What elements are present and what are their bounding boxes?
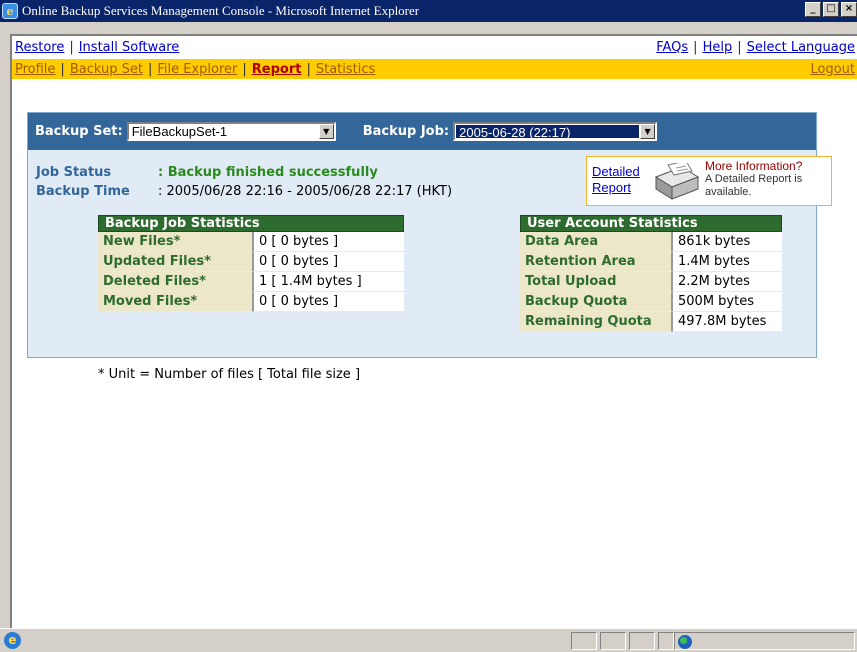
status-cell xyxy=(629,632,655,650)
faqs-link[interactable]: FAQs xyxy=(656,40,688,55)
stat-label: Data Area xyxy=(520,232,672,252)
nav-separator: | xyxy=(69,40,74,55)
backup-set-label: Backup Set: xyxy=(35,124,123,139)
status-cell xyxy=(600,632,626,650)
browser-content: Restore | Install Software FAQs | Help | Selec… xyxy=(10,34,857,628)
printer-icon[interactable] xyxy=(642,163,702,201)
select-language-link[interactable]: Select Language xyxy=(747,40,855,55)
browser-status-bar: e xyxy=(0,628,857,652)
stat-label: Remaining Quota xyxy=(520,312,672,332)
stat-value: 1 [ 1.4M bytes ] xyxy=(253,272,404,292)
install-software-link[interactable]: Install Software xyxy=(79,40,180,55)
stat-label: Backup Quota xyxy=(520,292,672,312)
user-account-stats-table: User Account Statistics Data Area 861k by… xyxy=(520,215,782,332)
stat-label: Deleted Files* xyxy=(98,272,253,292)
stat-value: 0 [ 0 bytes ] xyxy=(253,252,404,272)
job-status-label: Job Status xyxy=(36,165,112,180)
stat-value: 500M bytes xyxy=(672,292,782,312)
table-row: Retention Area 1.4M bytes xyxy=(520,252,782,272)
ie-app-icon: e xyxy=(2,3,18,19)
job-status-value: : Backup finished successfully xyxy=(158,165,378,180)
tab-profile[interactable]: Profile xyxy=(15,62,55,77)
table-row: Moved Files* 0 [ 0 bytes ] xyxy=(98,292,404,312)
stat-label: Total Upload xyxy=(520,272,672,292)
chevron-down-icon[interactable]: ▼ xyxy=(640,124,656,139)
detailed-report-link-line1[interactable]: Detailed xyxy=(592,164,640,180)
stat-value: 861k bytes xyxy=(672,232,782,252)
status-cell xyxy=(571,632,597,650)
stat-value: 1.4M bytes xyxy=(672,252,782,272)
window-title-bar: e Online Backup Services Management Cons… xyxy=(0,0,857,22)
more-info-title: More Information? xyxy=(705,159,803,173)
chevron-down-icon[interactable]: ▼ xyxy=(318,124,334,139)
table-row: Updated Files* 0 [ 0 bytes ] xyxy=(98,252,404,272)
main-nav-tabs: Profile | Backup Set | File Explorer | Report |… xyxy=(15,62,375,77)
minimize-button[interactable]: _ xyxy=(805,2,821,17)
tab-backup-set[interactable]: Backup Set xyxy=(70,62,143,77)
stat-value: 0 [ 0 bytes ] xyxy=(253,232,404,252)
detailed-report-box: Detailed Report More Information? A Deta… xyxy=(586,156,832,206)
job-status-row: Job Status : Backup finished successfully xyxy=(36,163,452,182)
top-nav-left: Restore | Install Software xyxy=(15,40,179,55)
table-row: Backup Quota 500M bytes xyxy=(520,292,782,312)
table-row: Deleted Files* 1 [ 1.4M bytes ] xyxy=(98,272,404,292)
tab-statistics[interactable]: Statistics xyxy=(316,62,375,77)
nav-separator: | xyxy=(737,40,742,55)
help-link[interactable]: Help xyxy=(703,40,733,55)
stat-value: 497.8M bytes xyxy=(672,312,782,332)
top-nav-right: FAQs | Help | Select Language xyxy=(656,40,855,55)
stat-label: New Files* xyxy=(98,232,253,252)
backup-time-label: Backup Time xyxy=(36,184,130,199)
more-info-desc-1: A Detailed Report is xyxy=(705,173,803,185)
status-zone-cell xyxy=(674,632,855,650)
stat-value: 0 [ 0 bytes ] xyxy=(253,292,404,312)
nav-separator: | xyxy=(147,61,153,77)
nav-separator: | xyxy=(60,61,65,77)
more-info-text: More Information? A Detailed Report is a… xyxy=(705,160,835,199)
close-button[interactable]: × xyxy=(841,2,857,17)
backup-job-stats-title: Backup Job Statistics xyxy=(98,215,404,232)
tab-file-explorer[interactable]: File Explorer xyxy=(157,62,237,77)
backup-job-value: 2005-06-28 (22:17) xyxy=(456,125,640,140)
window-controls: _ □ × xyxy=(805,2,857,17)
table-row: New Files* 0 [ 0 bytes ] xyxy=(98,232,404,252)
job-status-block: Job Status : Backup finished successfully… xyxy=(36,163,452,201)
status-cell xyxy=(658,632,674,650)
backup-time-row: Backup Time : 2005/06/28 22:16 - 2005/06/… xyxy=(36,182,452,201)
internet-zone-globe-icon xyxy=(678,635,692,649)
stats-footnote: * Unit = Number of files [ Total file si… xyxy=(98,367,361,382)
more-info-desc-2: available. xyxy=(705,186,752,198)
stat-label: Moved Files* xyxy=(98,292,253,312)
table-row: Remaining Quota 497.8M bytes xyxy=(520,312,782,332)
stat-label: Updated Files* xyxy=(98,252,253,272)
window-title: Online Backup Services Management Consol… xyxy=(22,3,420,18)
logout-link[interactable]: Logout xyxy=(810,62,855,77)
backup-time-value: : 2005/06/28 22:16 - 2005/06/28 22:17 (H… xyxy=(158,184,453,199)
user-account-stats-title: User Account Statistics xyxy=(520,215,782,232)
report-panel: Backup Set: FileBackupSet-1 ▼ Backup Job… xyxy=(27,112,832,382)
detailed-report-link-line2[interactable]: Report xyxy=(592,180,640,196)
table-row: Data Area 861k bytes xyxy=(520,232,782,252)
maximize-button[interactable]: □ xyxy=(823,2,839,17)
nav-separator: | xyxy=(242,61,247,77)
backup-set-select[interactable]: FileBackupSet-1 ▼ xyxy=(126,122,336,141)
table-row: Total Upload 2.2M bytes xyxy=(520,272,782,292)
top-nav: Restore | Install Software FAQs | Help | Selec… xyxy=(12,36,857,59)
stat-value: 2.2M bytes xyxy=(672,272,782,292)
main-nav: Profile | Backup Set | File Explorer | Report |… xyxy=(12,59,857,79)
stat-label: Retention Area xyxy=(520,252,672,272)
backup-set-value: FileBackupSet-1 xyxy=(131,124,228,139)
backup-job-label: Backup Job: xyxy=(362,124,450,139)
report-filter-bar: Backup Set: FileBackupSet-1 ▼ Backup Job… xyxy=(28,113,816,150)
nav-separator: | xyxy=(306,61,311,77)
restore-link[interactable]: Restore xyxy=(15,40,64,55)
backup-job-select[interactable]: 2005-06-28 (22:17) ▼ xyxy=(453,122,658,141)
backup-job-stats-table: Backup Job Statistics New Files* 0 [ 0 by… xyxy=(98,215,404,312)
ie-page-icon: e xyxy=(4,632,21,649)
detailed-report-link[interactable]: Detailed Report xyxy=(592,164,640,196)
tab-report[interactable]: Report xyxy=(252,62,302,77)
nav-separator: | xyxy=(693,40,698,55)
